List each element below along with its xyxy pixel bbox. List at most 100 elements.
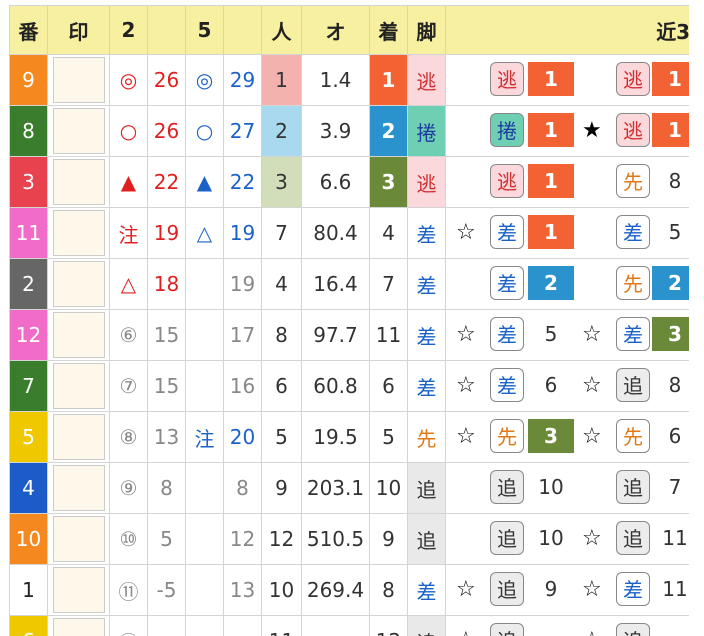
horse-number[interactable]: 9 xyxy=(9,54,48,106)
mark-cell[interactable] xyxy=(47,513,110,565)
recent-2-style[interactable]: 先 xyxy=(616,419,650,453)
recent-1-style[interactable]: 追 xyxy=(490,470,524,504)
mark-input[interactable] xyxy=(52,414,105,460)
mark-cell[interactable] xyxy=(47,462,110,514)
mark-input[interactable] xyxy=(52,108,105,154)
recent-2-style[interactable]: 差 xyxy=(616,215,650,249)
recent-1-style[interactable]: 差 xyxy=(490,266,524,300)
header-mark[interactable]: 印 xyxy=(47,5,110,55)
recent-2-style[interactable]: 追 xyxy=(616,521,650,555)
mark-input[interactable] xyxy=(52,465,105,511)
table-row[interactable]: 1 ⑪ -5 13 10 269.4 8 差 ☆ 追 9 ☆ 差 11 xyxy=(9,564,689,616)
horse-number[interactable]: 10 xyxy=(9,513,48,565)
finish: 10 xyxy=(369,462,408,514)
recent-1-style[interactable]: 追 xyxy=(490,521,524,555)
mark-input[interactable] xyxy=(52,210,105,256)
header-odds[interactable]: オ xyxy=(301,5,370,55)
running-style: 追 xyxy=(407,513,446,565)
pred-5-value: 19 xyxy=(223,207,262,259)
table-row[interactable]: 5 ⑧ 13 注 20 5 19.5 5 先 ☆ 先 3 ☆ 先 6 xyxy=(9,411,689,463)
recent-1-style[interactable]: 差 xyxy=(490,215,524,249)
pred-2-value xyxy=(147,615,186,636)
recent-1-style[interactable]: 捲 xyxy=(490,113,524,147)
horse-number[interactable]: 12 xyxy=(9,309,48,361)
table-row[interactable]: 7 ⑦ 15 16 6 60.8 6 差 ☆ 差 6 ☆ 追 8 xyxy=(9,360,689,412)
popularity: 4 xyxy=(261,258,302,310)
horse-number[interactable]: 11 xyxy=(9,207,48,259)
recent-1-rank: 3 xyxy=(528,419,574,453)
pred-5-mark xyxy=(185,258,224,310)
recent-1-style[interactable]: 逃 xyxy=(490,62,524,96)
recent-2-style[interactable]: 逃 xyxy=(616,113,650,147)
recent-2-style[interactable]: 先 xyxy=(616,266,650,300)
recent-races: 逃1 先8 xyxy=(445,156,689,208)
header-number[interactable]: 番 xyxy=(9,5,48,55)
horse-number[interactable]: 2 xyxy=(9,258,48,310)
horse-number[interactable]: 8 xyxy=(9,105,48,157)
recent-races: 追 10 追 7 xyxy=(445,462,689,514)
recent-2-style[interactable]: 逃 xyxy=(616,62,650,96)
recent-1-style[interactable]: 逃 xyxy=(490,164,524,198)
mark-input[interactable] xyxy=(52,261,105,307)
mark-cell[interactable] xyxy=(47,258,110,310)
mark-cell[interactable] xyxy=(47,156,110,208)
mark-cell[interactable] xyxy=(47,360,110,412)
table-row[interactable]: 2 △ 18 19 4 16.4 7 差差 2 先 2 xyxy=(9,258,689,310)
recent-2-style[interactable]: 追 xyxy=(616,368,650,402)
header-pred-5[interactable]: 5 xyxy=(185,5,224,55)
popularity: 2 xyxy=(261,105,302,157)
popularity: 6 xyxy=(261,360,302,412)
horse-number[interactable]: 1 xyxy=(9,564,48,616)
recent-1-style[interactable]: 差 xyxy=(490,317,524,351)
recent-1-style[interactable]: 追 xyxy=(490,623,524,636)
mark-input[interactable] xyxy=(52,618,105,636)
mark-cell[interactable] xyxy=(47,54,110,106)
recent-1-style[interactable]: 差 xyxy=(490,368,524,402)
mark-input[interactable] xyxy=(52,363,105,409)
pred-2-mark: ⑦ xyxy=(109,360,148,412)
pred-5-value: 17 xyxy=(223,309,262,361)
horse-number[interactable]: 7 xyxy=(9,360,48,412)
table-row[interactable]: 12 ⑥ 15 17 8 97.7 11 差 ☆ 差 5 ☆ 差 3 xyxy=(9,309,689,361)
table-row[interactable]: 9 ◎ 26 ◎ 29 1 1.4 1 逃逃 1 逃 1 xyxy=(9,54,689,106)
header-finish[interactable]: 着 xyxy=(369,5,408,55)
horse-number[interactable]: 4 xyxy=(9,462,48,514)
mark-cell[interactable] xyxy=(47,615,110,636)
mark-cell[interactable] xyxy=(47,564,110,616)
mark-input[interactable] xyxy=(52,57,105,103)
horse-number[interactable]: 6 xyxy=(9,615,48,636)
header-recent[interactable]: 近3走 着脚 xyxy=(445,5,689,55)
header-pred-2[interactable]: 2 xyxy=(109,5,148,55)
table-row[interactable]: 6⑫1112追☆追☆追 xyxy=(9,615,689,636)
table-row[interactable]: 8 ○ 26 ○ 27 2 3.9 2 捲捲 1 ★ 逃 1 xyxy=(9,105,689,157)
mark-input[interactable] xyxy=(52,312,105,358)
recent-2-style[interactable]: 差 xyxy=(616,572,650,606)
recent-2-rank: 11 xyxy=(662,577,688,601)
mark-cell[interactable] xyxy=(47,411,110,463)
table-row[interactable]: 11 注 19 △ 19 7 80.4 4 差 ☆ 差 1 差 5 xyxy=(9,207,689,259)
mark-cell[interactable] xyxy=(47,105,110,157)
recent-2-style[interactable]: 差 xyxy=(616,317,650,351)
horse-number[interactable]: 5 xyxy=(9,411,48,463)
table-row[interactable]: 4 ⑨ 8 8 9 203.1 10 追追 10 追 7 xyxy=(9,462,689,514)
recent-1-style[interactable]: 先 xyxy=(490,419,524,453)
header-popularity[interactable]: 人 xyxy=(261,5,302,55)
finish: 8 xyxy=(369,564,408,616)
running-style: 捲 xyxy=(407,105,446,157)
mark-cell[interactable] xyxy=(47,309,110,361)
table-row[interactable]: 3 ▲ 22 ▲ 22 3 6.6 3 逃逃 1 先 8 xyxy=(9,156,689,208)
pred-2-value: 15 xyxy=(147,360,186,412)
recent-1-style[interactable]: 追 xyxy=(490,572,524,606)
mark-cell[interactable] xyxy=(47,207,110,259)
recent-2-style[interactable]: 追 xyxy=(616,470,650,504)
mark-input[interactable] xyxy=(52,159,105,205)
recent-2-style[interactable]: 追 xyxy=(616,623,650,636)
horse-number-label: 12 xyxy=(15,323,42,347)
table-row[interactable]: 10 ⑩ 5 12 12 510.5 9 追追 10 ☆ 追 11 xyxy=(9,513,689,565)
mark-input[interactable] xyxy=(52,516,105,562)
mark-input[interactable] xyxy=(52,567,105,613)
header-style[interactable]: 脚 xyxy=(407,5,446,55)
recent-2-style[interactable]: 先 xyxy=(616,164,650,198)
horse-number-label: 4 xyxy=(22,476,35,500)
horse-number[interactable]: 3 xyxy=(9,156,48,208)
